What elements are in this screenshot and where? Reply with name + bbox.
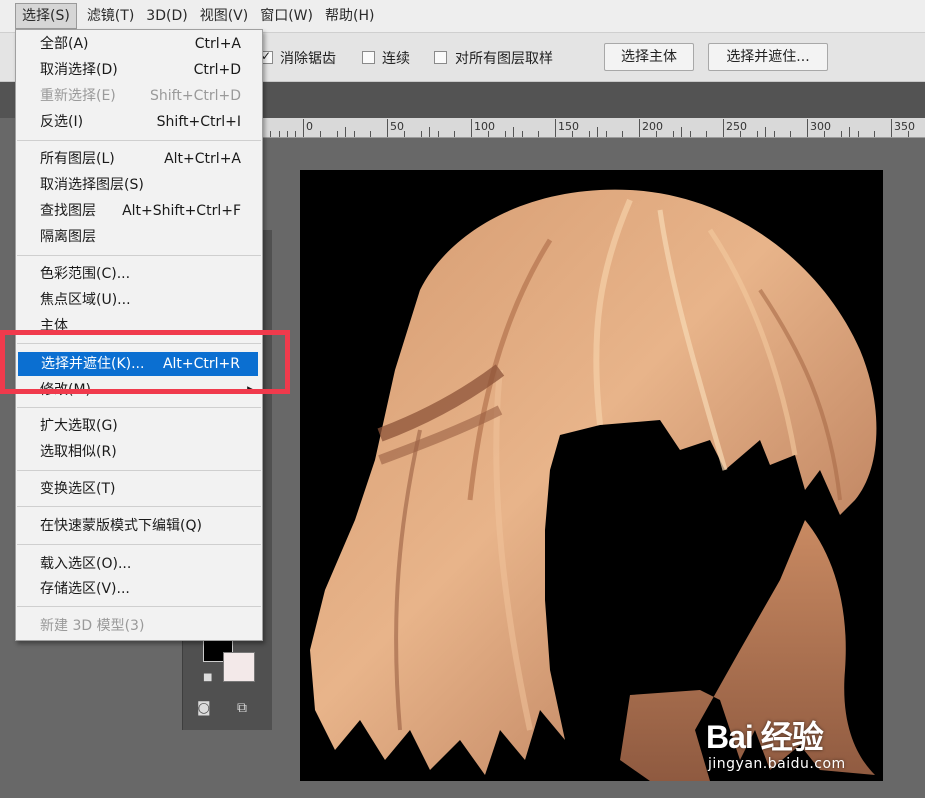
- menu-filter[interactable]: 滤镜(T): [81, 3, 140, 29]
- menu-item-label: 在快速蒙版模式下编辑(Q): [40, 518, 202, 534]
- menu-item-label: 重新选择(E): [40, 88, 116, 104]
- menu-item-shortcut: Shift+Ctrl+I: [156, 114, 241, 130]
- ruler-label: 0: [306, 120, 313, 133]
- menu-item-label: 查找图层: [40, 203, 96, 219]
- menu-item-shortcut: Shift+Ctrl+D: [150, 88, 241, 104]
- menu-item-partial[interactable]: [0, 3, 13, 29]
- baidu-watermark: Bai 经验 jingyan.baidu.com: [706, 712, 845, 772]
- menu-item-transform-selection[interactable]: 变换选区(T): [17, 477, 261, 501]
- menu-item-inverse[interactable]: 反选(I) Shift+Ctrl+I: [17, 110, 261, 134]
- menu-item-label: 隔离图层: [40, 229, 96, 245]
- menu-item-label: 新建 3D 模型(3): [40, 618, 145, 634]
- contiguous-label: 连续: [382, 51, 410, 67]
- menu-item-isolate-layers[interactable]: 隔离图层: [17, 225, 261, 249]
- menu-item-label: 所有图层(L): [40, 151, 115, 167]
- menu-item-reselect: 重新选择(E) Shift+Ctrl+D: [17, 84, 261, 108]
- horizontal-ruler: 0 50 100 150 200 250 300 350: [262, 118, 925, 138]
- menu-item-new-3d-model: 新建 3D 模型(3): [17, 614, 261, 638]
- menu-item-deselect[interactable]: 取消选择(D) Ctrl+D: [17, 58, 261, 82]
- menu-item-quick-mask[interactable]: 在快速蒙版模式下编辑(Q): [17, 514, 261, 538]
- menu-item-focus-area[interactable]: 焦点区域(U)...: [17, 288, 261, 312]
- menu-item-shortcut: Ctrl+D: [193, 62, 241, 78]
- background-color-swatch[interactable]: [223, 652, 255, 682]
- menu-item-shortcut: Alt+Ctrl+A: [164, 151, 241, 167]
- menu-item-load-selection[interactable]: 载入选区(O)...: [17, 552, 261, 576]
- ruler-label: 50: [390, 120, 404, 133]
- select-and-mask-button[interactable]: 选择并遮住...: [708, 43, 828, 71]
- menu-item-label: 全部(A): [40, 36, 89, 52]
- menu-item-label: 反选(I): [40, 114, 84, 130]
- document-canvas[interactable]: [300, 170, 883, 781]
- menu-item-similar[interactable]: 选取相似(R): [17, 440, 261, 464]
- menu-separator: [17, 506, 261, 507]
- default-colors-icon[interactable]: ■: [203, 672, 212, 683]
- menu-separator: [17, 140, 261, 141]
- menu-3d[interactable]: 3D(D): [140, 3, 193, 29]
- menu-bar: 选择(S) 滤镜(T) 3D(D) 视图(V) 窗口(W) 帮助(H): [0, 0, 925, 32]
- menu-item-label: 取消选择图层(S): [40, 177, 144, 193]
- menu-separator: [17, 407, 261, 408]
- ruler-label: 300: [810, 120, 831, 133]
- menu-item-shortcut: Alt+Shift+Ctrl+F: [122, 203, 241, 219]
- menu-item-label: 色彩范围(C)...: [40, 266, 131, 282]
- all-layers-label: 对所有图层取样: [455, 51, 553, 67]
- menu-item-label: 焦点区域(U)...: [40, 292, 131, 308]
- ruler-label: 350: [894, 120, 915, 133]
- menu-item-deselect-layers[interactable]: 取消选择图层(S): [17, 173, 261, 197]
- menu-help[interactable]: 帮助(H): [319, 3, 380, 29]
- menu-separator: [17, 544, 261, 545]
- all-layers-checkbox[interactable]: [434, 51, 447, 64]
- select-subject-button[interactable]: 选择主体: [604, 43, 694, 71]
- menu-separator: [17, 606, 261, 607]
- ruler-label: 100: [474, 120, 495, 133]
- menu-item-label: 选取相似(R): [40, 444, 117, 460]
- antialias-label: 消除锯齿: [280, 51, 336, 67]
- annotation-highlight-box: [0, 330, 290, 394]
- watermark-url: jingyan.baidu.com: [708, 756, 846, 772]
- watermark-logo: Bai 经验: [706, 719, 824, 755]
- ruler-label: 250: [726, 120, 747, 133]
- menu-item-all-layers[interactable]: 所有图层(L) Alt+Ctrl+A: [17, 147, 261, 171]
- menu-separator: [17, 255, 261, 256]
- menu-select[interactable]: 选择(S): [15, 3, 77, 29]
- quick-mask-icon[interactable]: ◙: [197, 700, 211, 716]
- ruler-label: 200: [642, 120, 663, 133]
- ruler-label: 150: [558, 120, 579, 133]
- menu-item-find-layers[interactable]: 查找图层 Alt+Shift+Ctrl+F: [17, 199, 261, 223]
- menu-item-label: 载入选区(O)...: [40, 556, 132, 572]
- menu-item-label: 取消选择(D): [40, 62, 118, 78]
- menu-item-all[interactable]: 全部(A) Ctrl+A: [17, 32, 261, 56]
- hair-image: [310, 189, 877, 781]
- menu-item-label: 变换选区(T): [40, 481, 116, 497]
- menu-item-save-selection[interactable]: 存储选区(V)...: [17, 577, 261, 601]
- menu-window[interactable]: 窗口(W): [254, 3, 319, 29]
- menu-item-color-range[interactable]: 色彩范围(C)...: [17, 262, 261, 286]
- menu-item-label: 存储选区(V)...: [40, 581, 130, 597]
- menu-view[interactable]: 视图(V): [194, 3, 255, 29]
- menu-item-shortcut: Ctrl+A: [194, 36, 241, 52]
- menu-item-label: 扩大选取(G): [40, 418, 118, 434]
- screen-mode-icon[interactable]: ⧉: [237, 700, 247, 716]
- menu-item-grow[interactable]: 扩大选取(G): [17, 414, 261, 438]
- menu-separator: [17, 470, 261, 471]
- contiguous-checkbox[interactable]: [362, 51, 375, 64]
